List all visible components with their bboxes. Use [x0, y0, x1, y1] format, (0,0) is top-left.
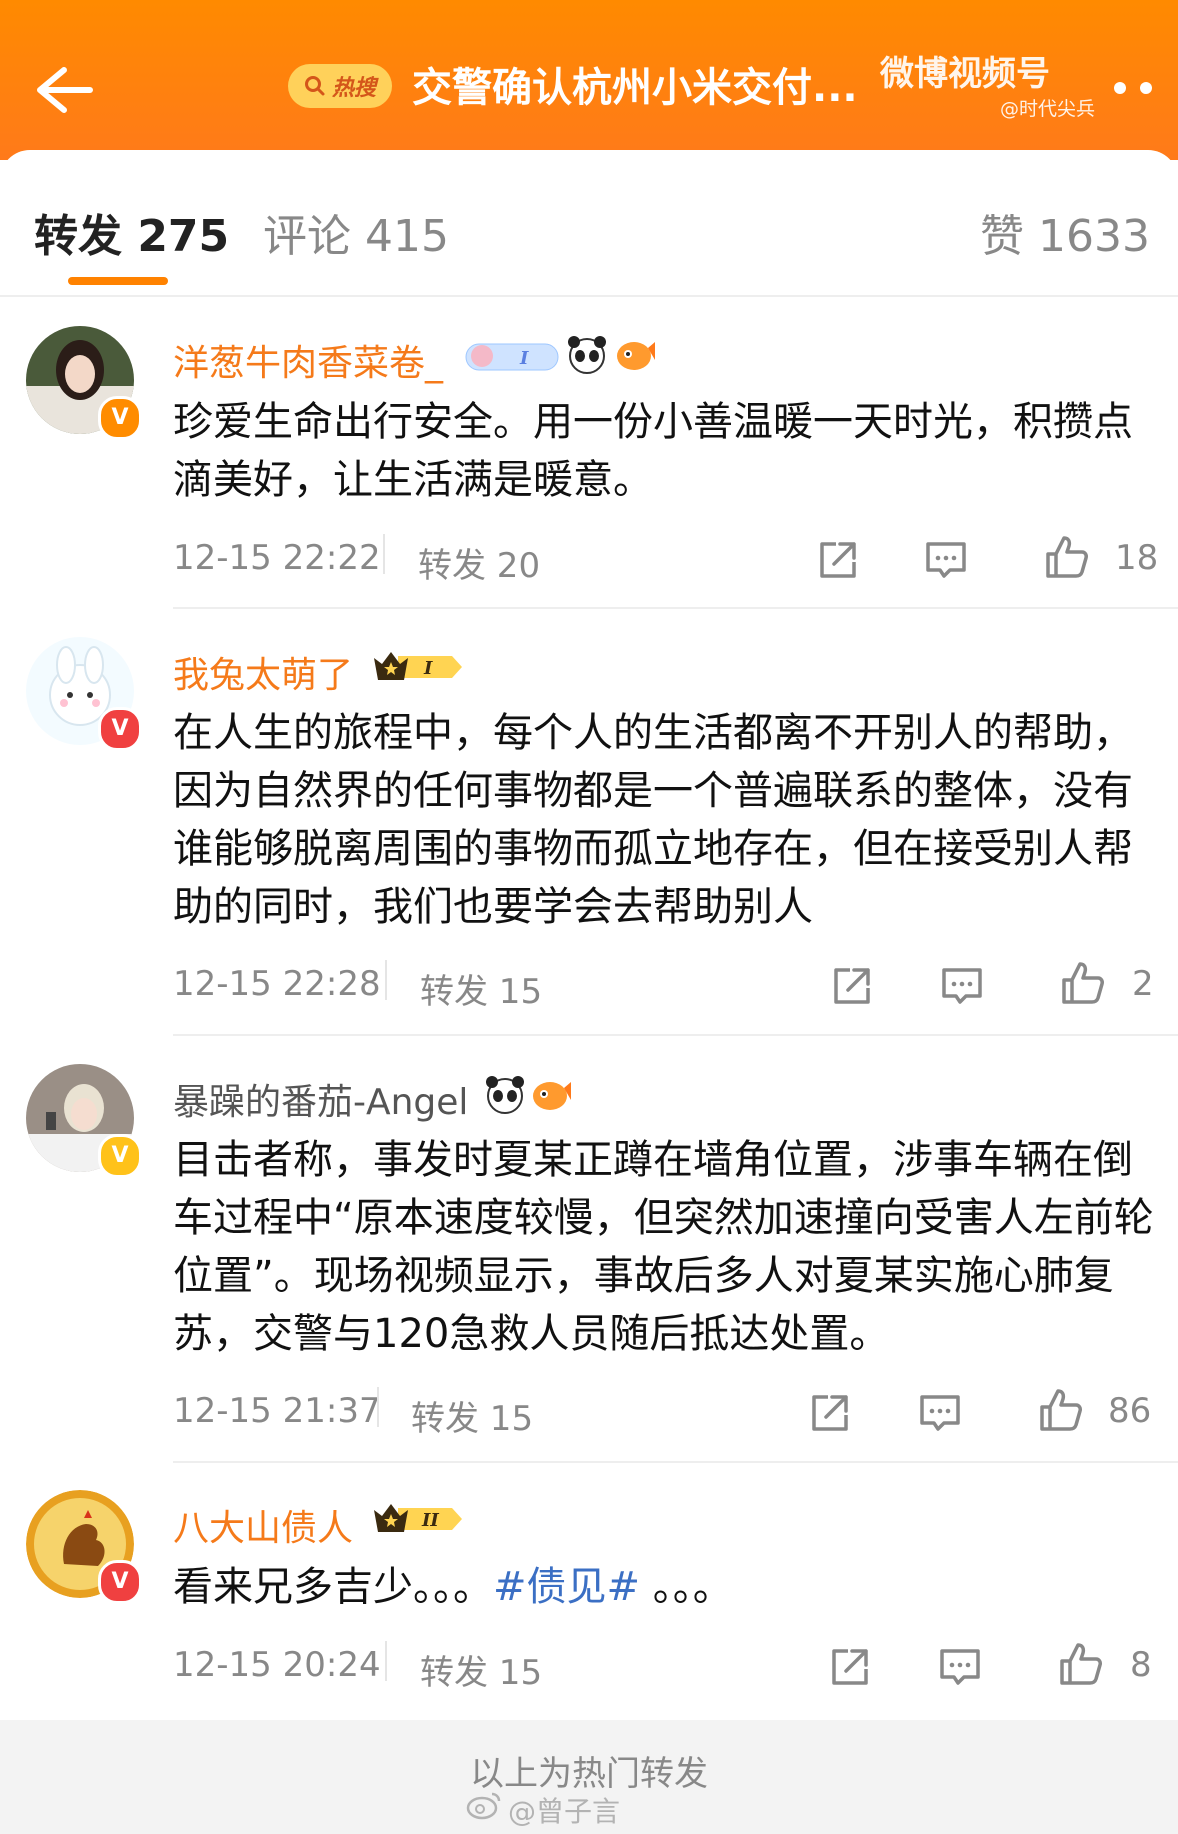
row-divider — [173, 1461, 1178, 1463]
fish-icon — [533, 1082, 571, 1110]
back-arrow-icon[interactable] — [28, 60, 98, 120]
username[interactable]: 洋葱牛肉香菜卷_ — [173, 334, 443, 386]
comment-text: 在人生的旅程中，每个人的生活都离不开别人的帮助，因为自然界的任何事物都是一个普遍… — [173, 710, 1133, 930]
bottom-watermark: @曾子言 — [508, 1795, 621, 1828]
meta-divider — [385, 1641, 387, 1681]
tab-indicator — [68, 277, 168, 285]
row-divider — [173, 607, 1178, 609]
like-count: 18 — [1115, 538, 1159, 578]
comment-text-before: 看来兄多吉少。。。 — [173, 1564, 493, 1610]
comment-icon[interactable] — [938, 962, 986, 1010]
meta-divider — [383, 534, 385, 574]
repost-count[interactable]: 转发 15 — [420, 1645, 542, 1694]
vip-level-text: I — [423, 658, 433, 679]
tab-likes[interactable]: 赞 1633 — [980, 200, 1150, 264]
repost-count[interactable]: 转发 15 — [411, 1391, 533, 1440]
share-icon[interactable] — [828, 962, 876, 1010]
comment-icon[interactable] — [936, 1643, 984, 1691]
comment-text: 目击者称，事发时夏某正蹲在墙角位置，涉事车辆在倒车过程中“原本速度较慢，但突然加… — [173, 1137, 1154, 1357]
like-count: 86 — [1108, 1391, 1152, 1431]
comment-text: 看来兄多吉少。。。#债见# 。。。 — [173, 1558, 1158, 1616]
tab-divider — [0, 295, 1178, 297]
like-icon[interactable] — [1058, 960, 1106, 1008]
comment-icon[interactable] — [922, 536, 970, 584]
like-count: 2 — [1132, 964, 1154, 1004]
hot-search-label: 热搜 — [331, 76, 376, 101]
panda-icon — [568, 336, 606, 374]
comment-time: 12-15 20:24 — [173, 1645, 381, 1685]
verified-badge-icon: V — [98, 1134, 142, 1178]
username[interactable]: 暴躁的番茄-Angel — [173, 1073, 468, 1125]
panda-icon — [486, 1076, 524, 1114]
vip-level-badge-icon: I — [374, 652, 462, 680]
verified-badge-icon: V — [98, 707, 142, 751]
share-icon[interactable] — [806, 1389, 854, 1437]
like-icon[interactable] — [1036, 1387, 1084, 1435]
row-divider — [173, 1034, 1178, 1036]
hot-search-pill[interactable]: 热搜 — [288, 64, 392, 108]
repost-count[interactable]: 转发 20 — [418, 538, 540, 587]
search-icon — [304, 76, 325, 96]
fish-icon — [617, 342, 655, 370]
comment-time: 12-15 22:28 — [173, 964, 381, 1004]
vip-level-badge-icon: II — [374, 1504, 462, 1532]
comment-icon[interactable] — [916, 1389, 964, 1437]
weibo-logo-icon — [466, 1792, 501, 1820]
watermark-top: 微博视频号 — [880, 54, 1050, 94]
comment-text-after: 。。。 — [652, 1564, 733, 1610]
tab-repost[interactable]: 转发 275 — [34, 200, 229, 264]
fan-badge-icon: I — [465, 343, 559, 371]
like-icon[interactable] — [1056, 1641, 1104, 1689]
username[interactable]: 八大山债人 — [173, 1499, 353, 1551]
share-icon[interactable] — [814, 536, 862, 584]
share-icon[interactable] — [826, 1643, 874, 1691]
hashtag-link[interactable]: #债见# — [493, 1564, 640, 1610]
svg-text:I: I — [519, 348, 529, 369]
watermark-sub: @时代尖兵 — [1000, 98, 1096, 120]
top-bar: 热搜 交警确认杭州小米交付... 微博视频号 @时代尖兵 — [0, 0, 1178, 160]
comment-time: 12-15 22:22 — [173, 538, 381, 578]
meta-divider — [385, 960, 387, 1000]
footer-text: 以上为热门转发 — [470, 1754, 708, 1794]
tab-comments[interactable]: 评论 415 — [263, 200, 449, 264]
like-count: 8 — [1130, 1645, 1152, 1685]
verified-badge-icon: V — [98, 1560, 142, 1604]
header-title[interactable]: 交警确认杭州小米交付... — [412, 58, 892, 118]
verified-badge-icon: V — [98, 396, 142, 440]
username[interactable]: 我兔太萌了 — [173, 646, 353, 698]
meta-divider — [377, 1387, 379, 1427]
repost-count[interactable]: 转发 15 — [420, 964, 542, 1013]
comment-time: 12-15 21:37 — [173, 1391, 381, 1431]
vip-level-text: II — [421, 1510, 439, 1531]
more-icon[interactable] — [1112, 80, 1156, 96]
like-icon[interactable] — [1042, 534, 1090, 582]
comment-text: 珍爱生命出行安全。用一份小善温暖一天时光，积攒点滴美好，让生活满是暖意。 — [173, 399, 1133, 503]
